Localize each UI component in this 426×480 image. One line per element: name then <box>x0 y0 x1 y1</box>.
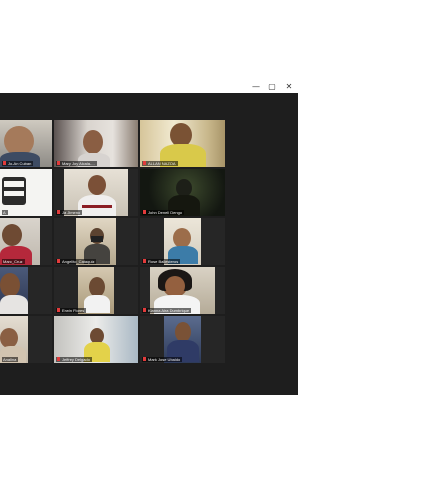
participant-tile[interactable]: Analina <box>0 316 52 363</box>
participant-body <box>0 295 28 314</box>
participant-name: Rose Ballesteros <box>142 259 181 264</box>
participant-tile[interactable]: Jeffrey Delgado <box>54 316 138 363</box>
mic-muted-icon <box>57 308 60 312</box>
mic-muted-icon <box>3 161 6 165</box>
mic-muted-icon <box>57 259 60 263</box>
participant-tile[interactable] <box>0 267 52 314</box>
participant-name: Mary Joy Alcala-... <box>56 161 97 166</box>
participant-face <box>173 228 191 248</box>
participant-face <box>83 130 103 154</box>
participant-tile[interactable]: John Denell Dengo <box>140 169 225 216</box>
mic-muted-icon <box>57 161 60 165</box>
participant-name: Ja Jimeno <box>56 210 83 215</box>
participant-tile[interactable]: Ja Jimeno <box>54 169 138 216</box>
video-gallery: Jo-An Cuban Mary Joy Alcala-... ALLAN NA… <box>0 93 298 395</box>
participant-tile[interactable]: Mark Jose Ubaldo <box>140 316 225 363</box>
participant-tile[interactable]: Kianna Aira Dumbrique <box>140 267 225 314</box>
participant-tile[interactable]: Rose Ballesteros <box>140 218 225 265</box>
participant-tile[interactable]: Mary Joy Alcala-... <box>54 120 138 167</box>
mic-muted-icon <box>143 161 146 165</box>
participant-tile[interactable]: Angelito_Cataquiz <box>54 218 138 265</box>
participant-tile[interactable]: Jo-An Cuban <box>0 120 52 167</box>
maximize-button[interactable]: ▢ <box>266 82 278 92</box>
participant-face <box>89 277 105 297</box>
mic-muted-icon <box>57 210 60 214</box>
participant-name: Jeffrey Delgado <box>56 357 92 362</box>
mic-muted-icon <box>57 357 60 361</box>
participant-tile[interactable]: Erwin Flores <box>54 267 138 314</box>
participant-name: A <box>2 210 8 215</box>
participant-name: Kianna Aira Dumbrique <box>142 308 192 313</box>
mic-muted-icon <box>143 308 146 312</box>
participant-face <box>2 224 22 246</box>
participant-name: Erwin Flores <box>56 308 87 313</box>
participant-name: Analina <box>2 357 19 362</box>
face-mask <box>91 236 103 242</box>
close-button[interactable]: ✕ <box>283 82 295 92</box>
participant-face <box>175 322 191 342</box>
participant-tile[interactable]: Marc_Cruz <box>0 218 52 265</box>
participant-name: Angelito_Cataquiz <box>56 259 97 264</box>
participant-name: Mark Jose Ubaldo <box>142 357 183 362</box>
mic-muted-icon <box>143 210 146 214</box>
participant-body <box>84 295 110 313</box>
participant-face <box>0 273 20 297</box>
participant-tile[interactable]: A <box>0 169 52 216</box>
participant-name: John Denell Dengo <box>142 210 185 215</box>
mic-muted-icon <box>143 259 146 263</box>
participant-face <box>88 175 106 195</box>
participant-face <box>0 328 18 348</box>
participant-tile[interactable]: ALLAN NAZOA <box>140 120 225 167</box>
participant-name: Marc_Cruz <box>2 259 25 264</box>
participant-name: ALLAN NAZOA <box>142 161 178 166</box>
minimize-button[interactable]: — <box>250 82 262 92</box>
participant-name: Jo-An Cuban <box>2 161 34 166</box>
mic-muted-icon <box>143 357 146 361</box>
